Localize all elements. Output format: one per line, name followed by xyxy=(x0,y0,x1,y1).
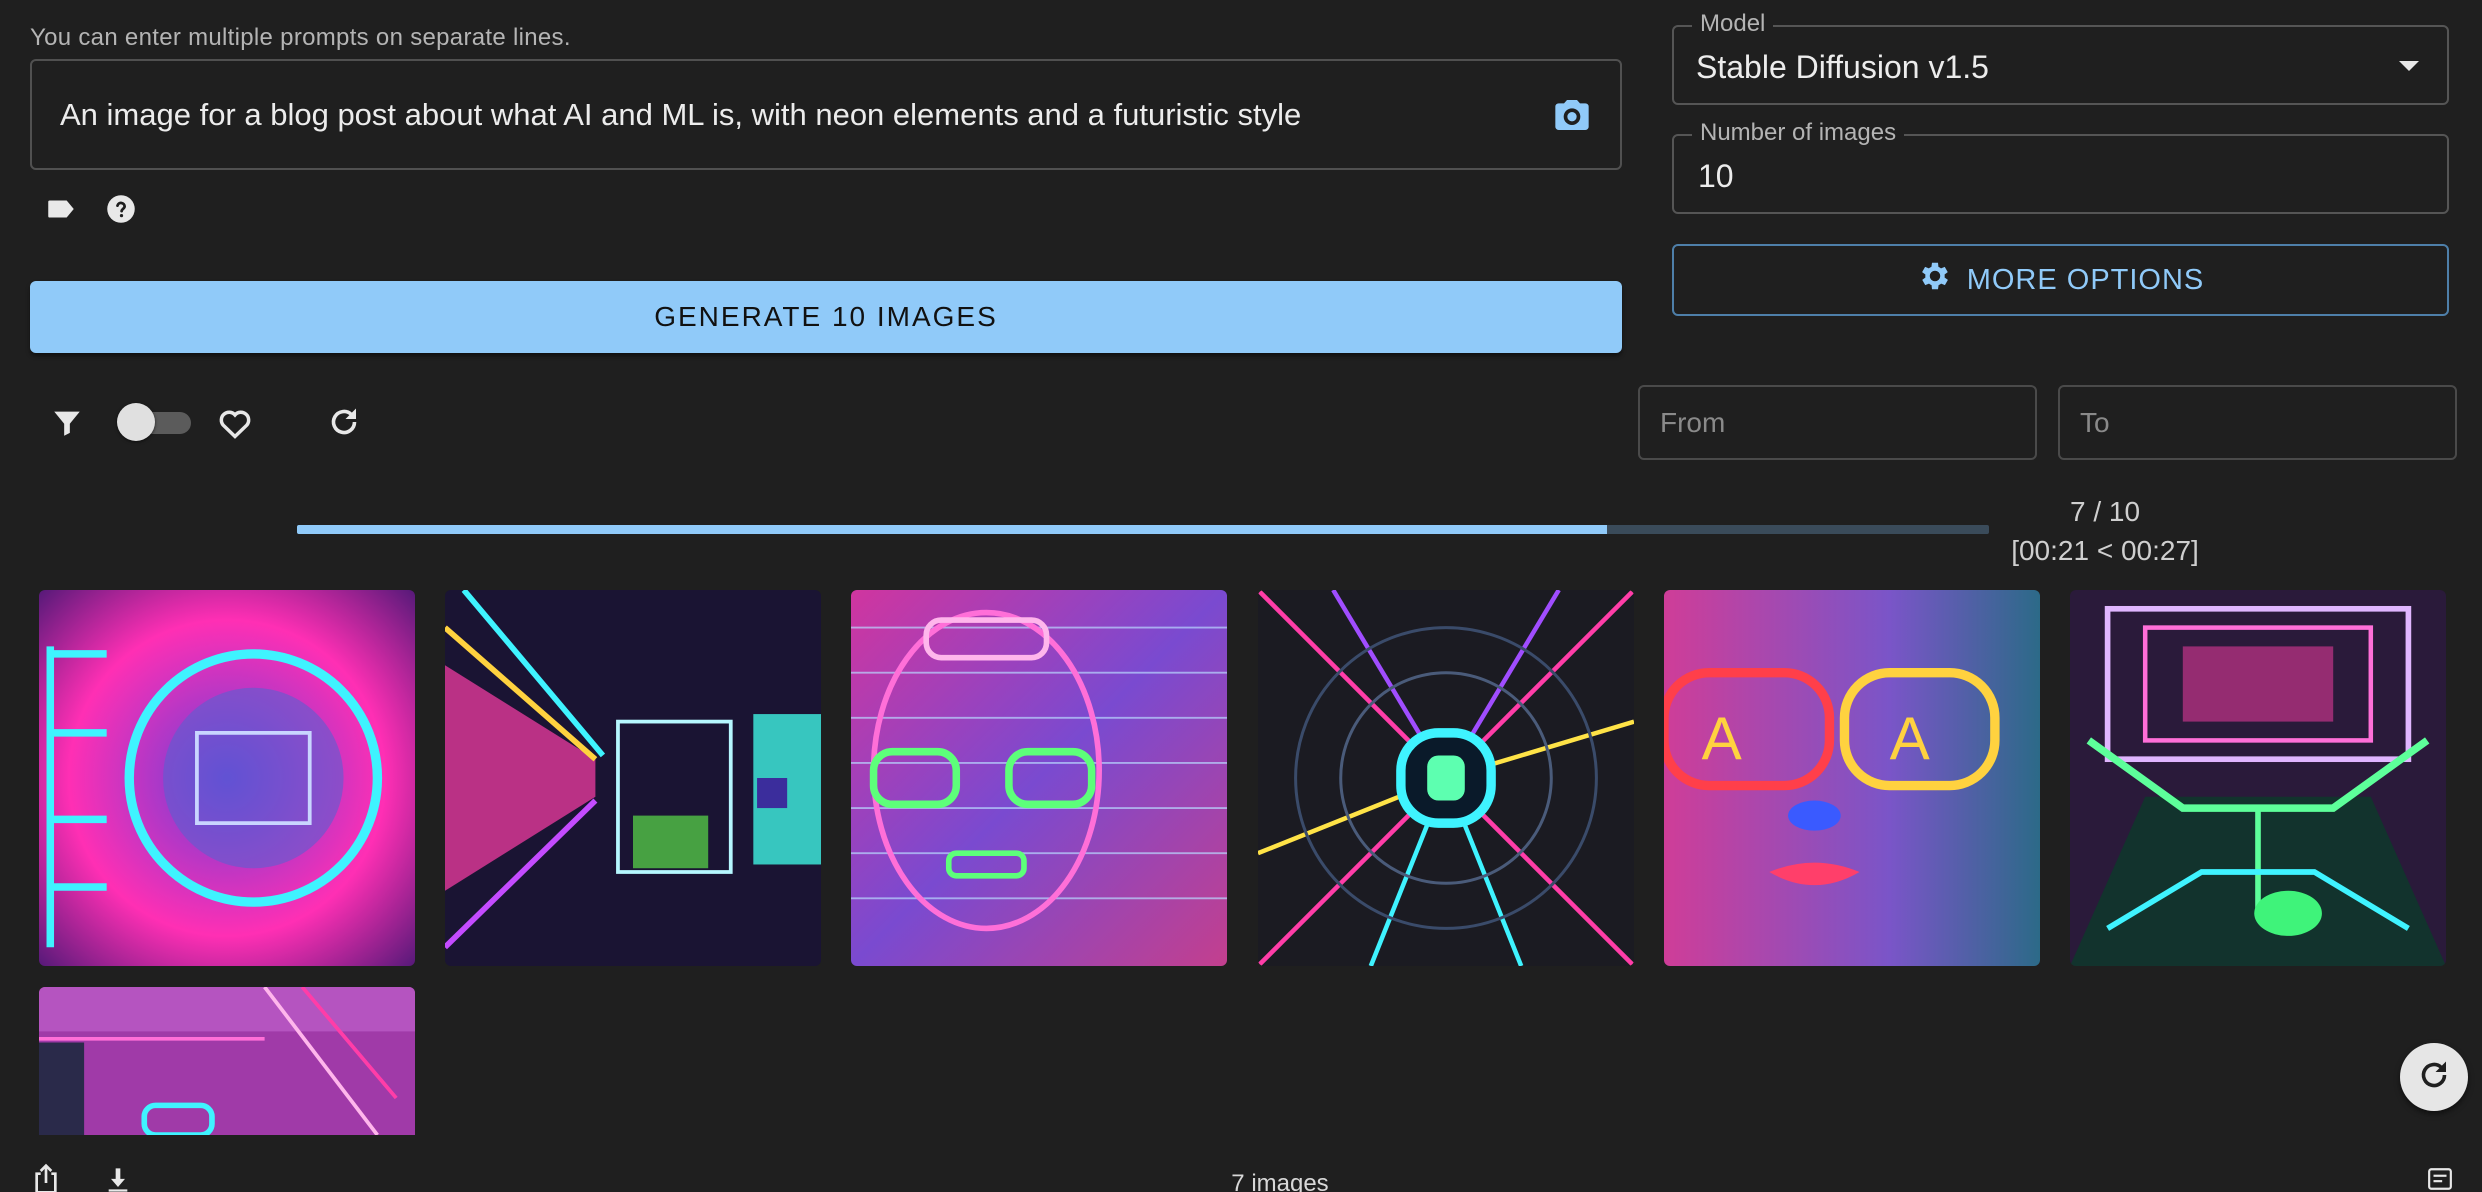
more-options-label: MORE OPTIONS xyxy=(1966,263,2205,296)
model-label: Model xyxy=(1692,10,1774,38)
prompt-hint: You can enter multiple prompts on separa… xyxy=(30,24,571,51)
generate-button[interactable]: GENERATE 10 IMAGES xyxy=(30,281,1622,353)
from-date-input[interactable] xyxy=(1660,406,2035,439)
prompt-input[interactable]: An image for a blog post about what AI a… xyxy=(30,59,1622,170)
number-of-images-label: Number of images xyxy=(1692,119,1905,147)
heart-outline-icon[interactable] xyxy=(216,404,254,447)
generated-image-1[interactable] xyxy=(39,590,415,966)
share-icon[interactable] xyxy=(30,1163,62,1192)
reload-fab[interactable] xyxy=(2400,1043,2468,1111)
chevron-down-icon xyxy=(2399,61,2419,71)
filter-icon[interactable] xyxy=(50,406,84,445)
label-icon[interactable] xyxy=(44,192,78,231)
prompt-text: An image for a blog post about what AI a… xyxy=(60,96,1302,132)
camera-icon[interactable] xyxy=(1552,95,1592,135)
progress-fill xyxy=(297,525,1607,534)
prompt-tools xyxy=(44,192,136,231)
list-icon[interactable] xyxy=(2424,1166,2456,1192)
help-icon[interactable] xyxy=(106,194,136,229)
generated-image-4[interactable] xyxy=(1258,590,1634,966)
generated-image-7[interactable] xyxy=(39,987,415,1135)
generated-image-6[interactable] xyxy=(2070,590,2446,966)
to-date-input[interactable] xyxy=(2080,406,2455,439)
from-date-field[interactable] xyxy=(1638,385,2037,460)
model-value: Stable Diffusion v1.5 xyxy=(1696,49,1989,85)
more-options-button[interactable]: MORE OPTIONS xyxy=(1672,244,2449,316)
image-count: 7 images xyxy=(1231,1170,1329,1192)
number-of-images-value: 10 xyxy=(1698,158,1734,194)
gear-icon xyxy=(1917,258,1953,302)
model-select[interactable]: Model Stable Diffusion v1.5 xyxy=(1672,10,2449,105)
refresh-icon[interactable] xyxy=(326,404,362,445)
favorites-toggle[interactable] xyxy=(117,403,193,441)
number-of-images-field[interactable]: Number of images 10 xyxy=(1672,119,2449,214)
download-icon[interactable] xyxy=(104,1166,132,1192)
progress-bar xyxy=(297,525,1989,534)
toggle-thumb xyxy=(117,403,155,441)
svg-text:A: A xyxy=(1890,705,1930,772)
svg-text:A: A xyxy=(1702,705,1742,772)
generated-image-5[interactable]: A A xyxy=(1664,590,2040,966)
to-date-field[interactable] xyxy=(2058,385,2457,460)
progress-count: 7 / 10 xyxy=(2069,496,2141,527)
progress-time: [00:21 < 00:27] xyxy=(2011,535,2199,566)
generated-image-2[interactable] xyxy=(445,590,821,966)
generated-image-3[interactable] xyxy=(851,590,1227,966)
refresh-icon xyxy=(2416,1057,2452,1098)
